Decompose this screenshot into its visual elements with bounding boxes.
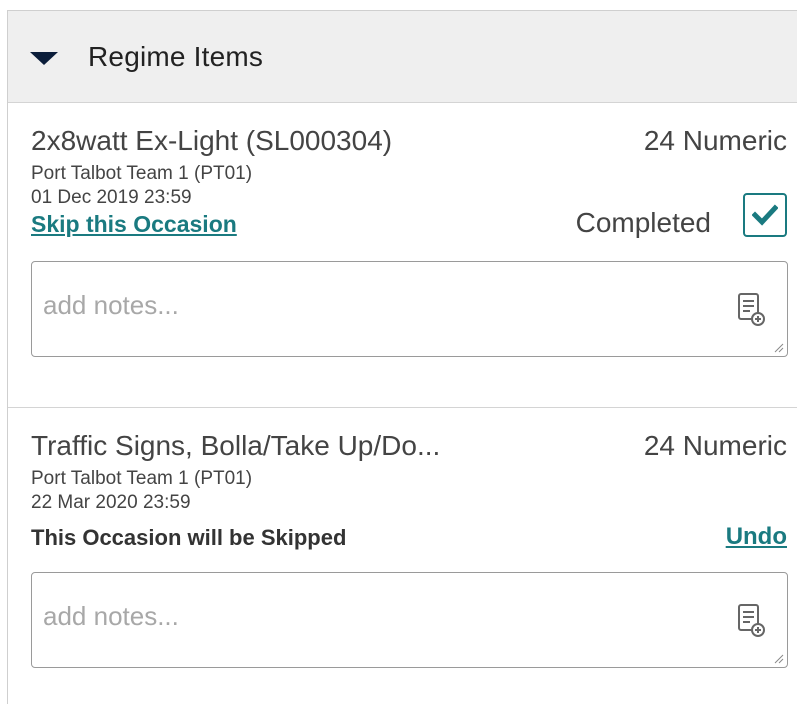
completed-checkbox[interactable]: [743, 193, 787, 237]
resize-grip-icon[interactable]: [774, 343, 784, 353]
regime-items-panel: Regime Items 2x8watt Ex-Light (SL000304)…: [7, 10, 797, 704]
undo-skip-link[interactable]: Undo: [726, 523, 787, 551]
status-label: Completed: [575, 207, 711, 238]
caret-down-icon[interactable]: [30, 52, 58, 65]
notes-input[interactable]: [32, 262, 787, 356]
item-team: Port Talbot Team 1 (PT01): [31, 468, 253, 489]
notes-field-container: [31, 261, 788, 357]
item-type: 24 Numeric: [643, 430, 787, 461]
item-type: 24 Numeric: [643, 125, 787, 156]
regime-items-header[interactable]: Regime Items: [8, 11, 797, 103]
item-name: Traffic Signs, Bolla/Take Up/Do...: [31, 430, 441, 461]
regime-item: 2x8watt Ex-Light (SL000304) 24 Numeric P…: [8, 103, 797, 408]
regime-item: Traffic Signs, Bolla/Take Up/Do... 24 Nu…: [8, 408, 797, 703]
skipped-message: This Occasion will be Skipped: [31, 525, 347, 550]
item-due-date: 01 Dec 2019 23:59: [31, 187, 192, 208]
notes-field-container: [31, 572, 788, 668]
add-note-icon[interactable]: [737, 292, 765, 326]
notes-input[interactable]: [32, 573, 787, 667]
skip-occasion-link[interactable]: Skip this Occasion: [31, 211, 237, 238]
checkmark-icon: [752, 204, 778, 226]
add-note-icon[interactable]: [737, 603, 765, 637]
item-name: 2x8watt Ex-Light (SL000304): [31, 125, 393, 156]
section-title: Regime Items: [88, 40, 264, 72]
item-due-date: 22 Mar 2020 23:59: [31, 492, 191, 513]
item-team: Port Talbot Team 1 (PT01): [31, 163, 253, 184]
resize-grip-icon[interactable]: [774, 654, 784, 664]
